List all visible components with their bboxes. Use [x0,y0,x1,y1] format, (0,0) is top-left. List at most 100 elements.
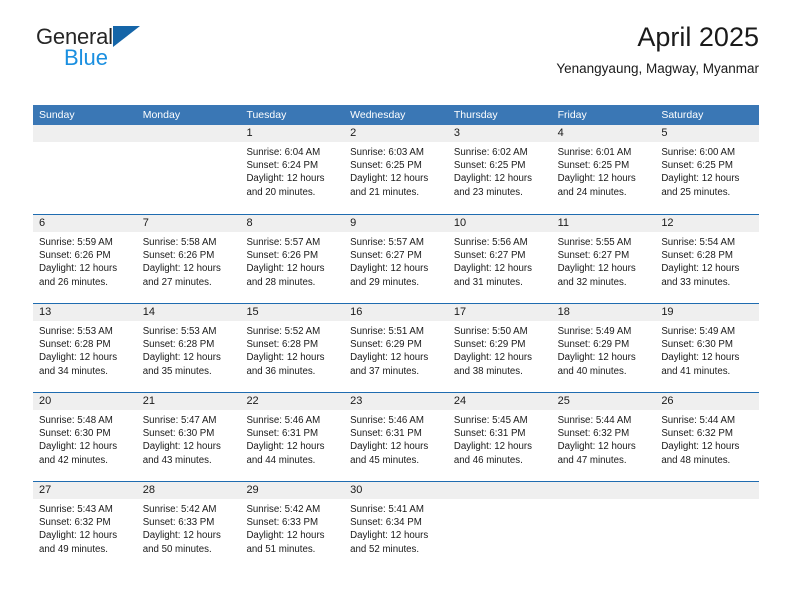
calendar-day-cell[interactable]: 15 Sunrise: 5:52 AM Sunset: 6:28 PM Dayligh… [240,304,345,392]
day-detail-line: Sunrise: 5:48 AM [39,415,113,426]
day-detail-line: Sunrise: 5:47 AM [142,415,217,426]
day-detail-line: Sunrise: 5:57 AM [350,237,424,248]
day-detail-line: and 51 minutes. [246,543,316,555]
day-detail-line: and 48 minutes. [661,454,731,466]
calendar-day-cell[interactable]: 11 Sunrise: 5:55 AM Sunset: 6:27 PM Dayligh… [551,215,656,303]
day-detail-line: Sunrise: 5:55 AM [557,237,632,248]
day-detail-line: and 35 minutes. [142,365,212,377]
calendar-day-cell-empty [551,482,656,570]
day-detail-line: Sunset: 6:27 PM [453,250,526,262]
brand-name-blue: Blue [64,45,109,70]
day-number: 2 [344,125,448,142]
day-detail-line: Daylight: 12 hours [246,173,325,185]
calendar-day-cell[interactable]: 3 Sunrise: 6:02 AM Sunset: 6:25 PM Daylight… [447,125,552,214]
calendar-day-cell[interactable]: 27 Sunrise: 5:43 AM Sunset: 6:32 PM Dayligh… [33,482,137,570]
calendar-body: 1 Sunrise: 6:04 AM Sunset: 6:24 PM Daylight… [33,125,760,570]
calendar-day-cell[interactable]: 17 Sunrise: 5:50 AM Sunset: 6:29 PM Dayligh… [447,304,552,392]
day-detail-line: Sunset: 6:33 PM [142,517,215,529]
title-block: April 2025 Yenangyaung, Magway, Myanmar [556,22,759,78]
day-number: 4 [551,125,656,142]
day-details: Sunrise: 5:57 AM Sunset: 6:26 PM Daylight:… [240,232,344,289]
day-number: 11 [551,215,656,232]
day-detail-line: Sunset: 6:31 PM [246,428,319,440]
calendar-day-cell[interactable]: 7 Sunrise: 5:58 AM Sunset: 6:26 PM Daylight… [136,215,241,303]
day-details: Sunrise: 5:42 AM Sunset: 6:33 PM Daylight:… [240,499,344,556]
day-number: 6 [33,215,137,232]
weekday-header-sunday: Sunday [39,109,75,121]
day-number: 13 [33,304,137,321]
day-number: 10 [447,215,552,232]
calendar-day-cell[interactable]: 23 Sunrise: 5:46 AM Sunset: 6:31 PM Dayligh… [344,393,448,481]
calendar-day-cell[interactable]: 10 Sunrise: 5:56 AM Sunset: 6:27 PM Dayligh… [447,215,552,303]
day-detail-line: and 43 minutes. [142,454,212,466]
calendar-day-cell[interactable]: 2 Sunrise: 6:03 AM Sunset: 6:25 PM Daylight… [344,125,448,214]
brand-logo-top: General [36,24,196,48]
day-detail-line: Sunset: 6:29 PM [557,339,630,351]
day-number [447,482,552,499]
day-number [551,482,656,499]
day-number: 12 [655,215,760,232]
day-number: 14 [136,304,241,321]
day-detail-line: Sunrise: 5:44 AM [557,415,632,426]
calendar-day-cell-empty [33,125,137,214]
day-detail-line: Sunset: 6:26 PM [142,250,215,262]
calendar-week-row: 6 Sunrise: 5:59 AM Sunset: 6:26 PM Daylight… [33,214,760,303]
weekday-header-wednesday: Wednesday [350,109,406,121]
day-number [33,125,137,142]
day-details: Sunrise: 5:52 AM Sunset: 6:28 PM Daylight:… [240,321,344,378]
calendar-day-cell[interactable]: 16 Sunrise: 5:51 AM Sunset: 6:29 PM Dayligh… [344,304,448,392]
brand-logo[interactable]: General Blue [36,24,196,69]
day-detail-line: Daylight: 12 hours [246,352,325,364]
day-detail-line: Sunset: 6:25 PM [557,160,630,172]
calendar-day-cell[interactable]: 24 Sunrise: 5:45 AM Sunset: 6:31 PM Dayligh… [447,393,552,481]
day-detail-line: Daylight: 12 hours [142,352,221,364]
calendar-day-cell[interactable]: 22 Sunrise: 5:46 AM Sunset: 6:31 PM Dayligh… [240,393,345,481]
day-detail-line: Daylight: 12 hours [350,263,429,275]
day-detail-line: and 40 minutes. [557,365,627,377]
calendar-day-cell[interactable]: 25 Sunrise: 5:44 AM Sunset: 6:32 PM Dayligh… [551,393,656,481]
day-number: 29 [240,482,345,499]
calendar-day-cell[interactable]: 30 Sunrise: 5:41 AM Sunset: 6:34 PM Dayligh… [344,482,448,570]
calendar-day-cell[interactable]: 20 Sunrise: 5:48 AM Sunset: 6:30 PM Dayligh… [33,393,137,481]
calendar-day-cell[interactable]: 9 Sunrise: 5:57 AM Sunset: 6:27 PM Daylight… [344,215,448,303]
day-details: Sunrise: 6:02 AM Sunset: 6:25 PM Daylight:… [448,142,552,199]
calendar-day-cell[interactable]: 19 Sunrise: 5:49 AM Sunset: 6:30 PM Dayligh… [655,304,760,392]
day-number: 19 [655,304,760,321]
day-detail-line: Daylight: 12 hours [142,263,221,275]
day-detail-line: Sunrise: 5:51 AM [350,326,424,337]
day-detail-line: and 26 minutes. [39,276,108,288]
day-details: Sunrise: 5:46 AM Sunset: 6:31 PM Daylight:… [240,410,344,467]
day-details: Sunrise: 5:43 AM Sunset: 6:32 PM Daylight:… [33,499,137,556]
day-detail-line: Sunset: 6:25 PM [661,160,733,172]
calendar-day-cell[interactable]: 4 Sunrise: 6:01 AM Sunset: 6:25 PM Daylight… [551,125,656,214]
day-detail-line: Daylight: 12 hours [557,352,636,364]
day-detail-line: Daylight: 12 hours [453,352,532,364]
calendar-day-cell[interactable]: 13 Sunrise: 5:53 AM Sunset: 6:28 PM Dayligh… [33,304,137,392]
day-details: Sunrise: 6:01 AM Sunset: 6:25 PM Daylight:… [552,142,656,199]
day-number: 8 [240,215,345,232]
calendar-day-cell[interactable]: 28 Sunrise: 5:42 AM Sunset: 6:33 PM Dayligh… [136,482,241,570]
calendar-day-cell[interactable]: 14 Sunrise: 5:53 AM Sunset: 6:28 PM Dayligh… [136,304,241,392]
day-detail-line: Sunset: 6:25 PM [453,160,526,172]
calendar-day-cell[interactable]: 8 Sunrise: 5:57 AM Sunset: 6:26 PM Daylight… [240,215,345,303]
day-detail-line: and 33 minutes. [661,276,731,288]
calendar-day-cell[interactable]: 18 Sunrise: 5:49 AM Sunset: 6:29 PM Dayligh… [551,304,656,392]
calendar-day-cell[interactable]: 29 Sunrise: 5:42 AM Sunset: 6:33 PM Dayligh… [240,482,345,570]
day-detail-line: Sunset: 6:28 PM [39,339,111,351]
calendar-day-cell[interactable]: 12 Sunrise: 5:54 AM Sunset: 6:28 PM Dayligh… [655,215,760,303]
calendar-week-row: 13 Sunrise: 5:53 AM Sunset: 6:28 PM Dayligh… [33,303,760,392]
day-detail-line: Sunrise: 5:58 AM [142,237,217,248]
calendar-day-cell[interactable]: 21 Sunrise: 5:47 AM Sunset: 6:30 PM Dayligh… [136,393,241,481]
calendar-day-cell[interactable]: 6 Sunrise: 5:59 AM Sunset: 6:26 PM Daylight… [33,215,137,303]
day-detail-line: Sunset: 6:31 PM [453,428,526,440]
day-detail-line: Sunrise: 5:43 AM [39,504,113,515]
calendar-day-cell[interactable]: 5 Sunrise: 6:00 AM Sunset: 6:25 PM Daylight… [655,125,760,214]
calendar-day-cell[interactable]: 26 Sunrise: 5:44 AM Sunset: 6:32 PM Dayligh… [655,393,760,481]
day-detail-line: Sunrise: 5:42 AM [246,504,321,515]
calendar-day-cell[interactable]: 1 Sunrise: 6:04 AM Sunset: 6:24 PM Daylight… [240,125,345,214]
day-detail-line: Sunrise: 6:04 AM [246,147,321,158]
day-number [655,482,760,499]
day-detail-line: Daylight: 12 hours [39,441,118,453]
day-detail-line: Sunrise: 5:57 AM [246,237,321,248]
day-detail-line: and 29 minutes. [350,276,420,288]
